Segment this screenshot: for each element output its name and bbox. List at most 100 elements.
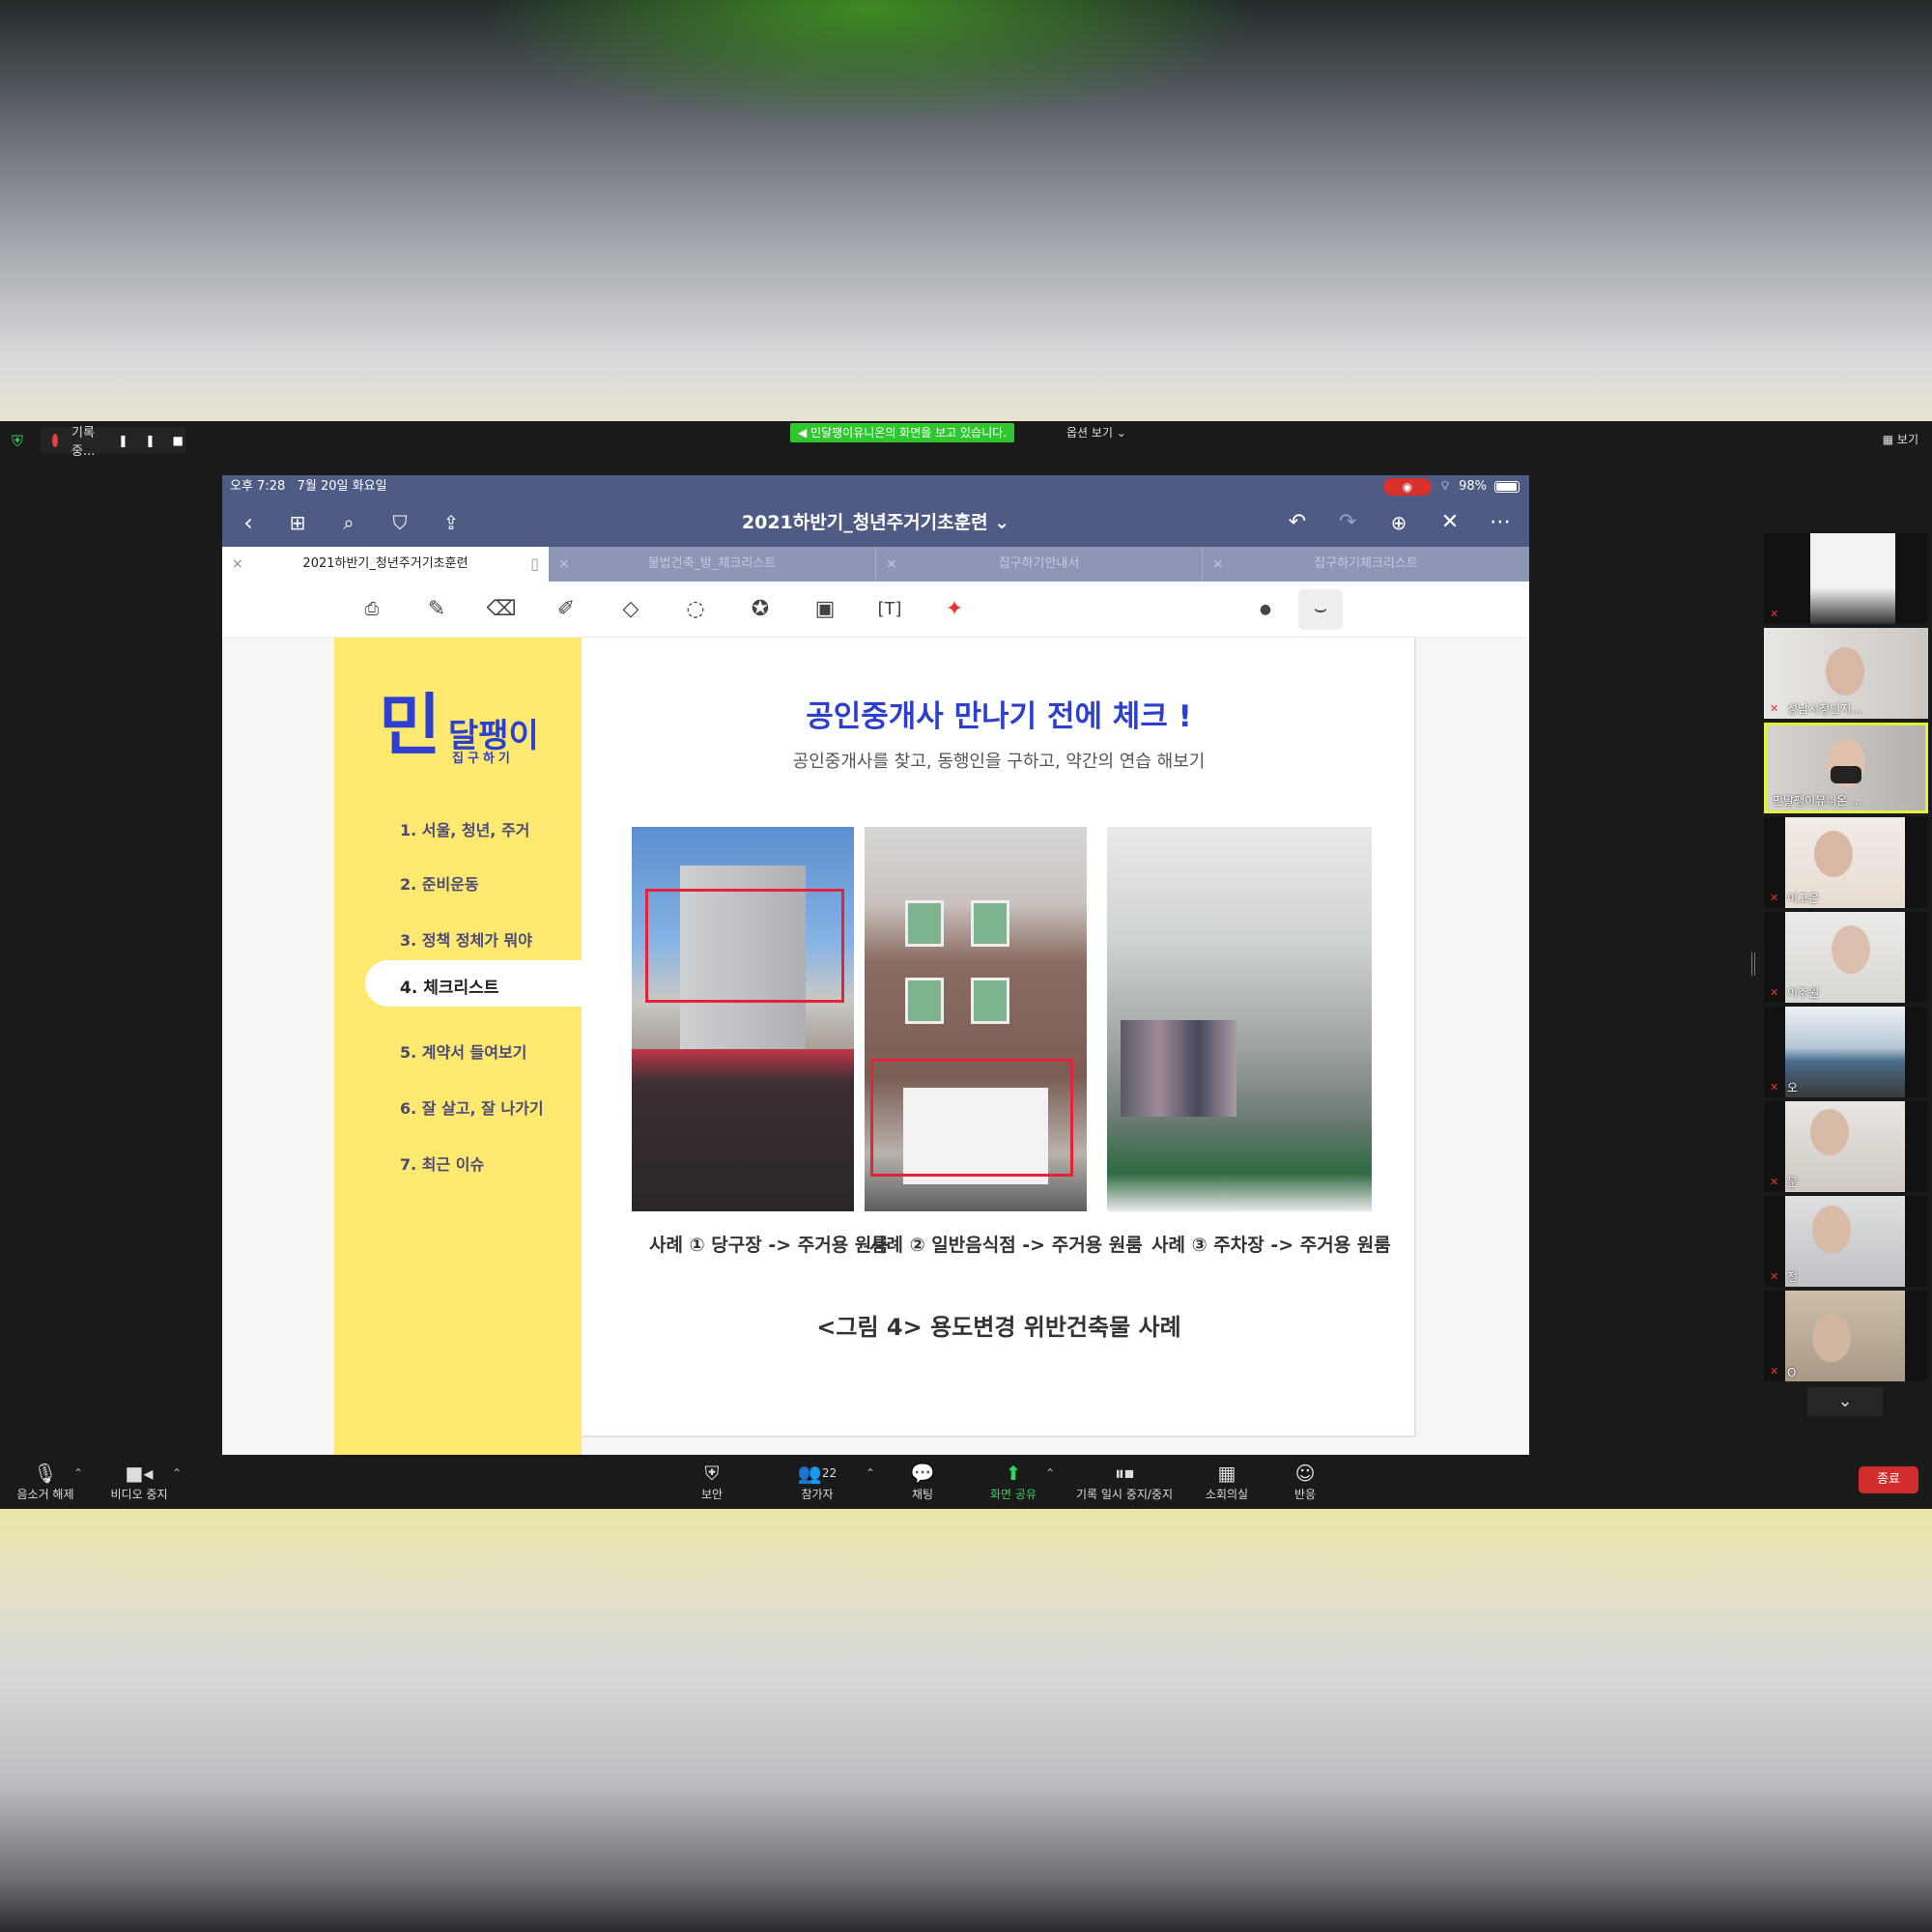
- chat-bubble-icon: 💬: [910, 1462, 935, 1485]
- end-meeting-button[interactable]: 종료: [1859, 1466, 1918, 1493]
- menu-item: 2. 준비운동: [400, 875, 479, 894]
- grid-view-icon[interactable]: ⊞: [283, 508, 312, 537]
- lasso-icon[interactable]: ◌: [679, 595, 712, 624]
- caption-case-1: 사례 ① 당구장 -> 주거용 원룸: [649, 1235, 889, 1256]
- document-tabs: × 2021하반기_청년주거기초훈련 ▯ × 불법건축_방_체크리스트 × 집구…: [222, 547, 1529, 582]
- participant-name: O: [1787, 1366, 1797, 1379]
- stop-video-label: 비디오 중지: [110, 1488, 168, 1501]
- participant-tile[interactable]: ✕ 전: [1764, 1196, 1928, 1287]
- read-mode-icon[interactable]: ⎙: [355, 595, 388, 624]
- share-screen-icon: ⬆: [1005, 1462, 1022, 1485]
- street-level-shape: [632, 1049, 854, 1211]
- undo-icon[interactable]: ↶: [1283, 508, 1312, 537]
- search-icon[interactable]: ⌕: [334, 508, 363, 537]
- participants-caret-icon[interactable]: ⌃: [866, 1466, 875, 1480]
- participants-button[interactable]: 👥22 참가자: [788, 1461, 846, 1502]
- participant-tile[interactable]: ✕ O: [1764, 1291, 1928, 1381]
- pause-stop-recording-button[interactable]: ⏸⏹ 기록 일시 중지/중지: [1066, 1461, 1182, 1502]
- view-button[interactable]: ▦ 보기: [1883, 431, 1918, 447]
- tab-3[interactable]: × 집구하기체크리스트: [1202, 547, 1529, 582]
- reactions-button[interactable]: ☺ 반응: [1281, 1461, 1329, 1502]
- security-shield-icon[interactable]: ⛨: [12, 433, 27, 450]
- highlight-box: [645, 889, 844, 1003]
- stop-icon[interactable]: ■: [172, 434, 200, 447]
- tab-2[interactable]: × 집구하기안내서: [875, 547, 1202, 582]
- split-view-icon[interactable]: ▯: [530, 547, 539, 582]
- pen-size-dot-icon[interactable]: ●: [1249, 595, 1282, 624]
- battery-icon: [1494, 481, 1520, 493]
- tab-0[interactable]: × 2021하반기_청년주거기초훈련 ▯: [222, 547, 549, 582]
- muted-mic-icon: ✕: [1770, 702, 1779, 715]
- menu-item-active: 4. 체크리스트: [400, 979, 499, 998]
- participant-name: 성남시청년지...: [1787, 702, 1862, 716]
- tab-label: 불법건축_방_체크리스트: [647, 556, 777, 571]
- participant-tile[interactable]: ✕ 성남시청년지...: [1764, 628, 1928, 719]
- tab-label: 2021하반기_청년주거기초훈련: [302, 556, 469, 571]
- eraser-icon[interactable]: ⌫: [485, 595, 518, 624]
- muted-mic-icon: ✕: [1770, 608, 1779, 620]
- video-options-caret-icon[interactable]: ⌃: [172, 1466, 182, 1480]
- window-shape: [971, 978, 1009, 1024]
- min-dalpaengi-logo: 민 달팽이 집구하기: [379, 692, 539, 766]
- screen-record-icon: ◉: [1382, 478, 1432, 496]
- muted-mic-icon: ✕: [1770, 986, 1779, 999]
- participant-tile[interactable]: ✕ 이주원: [1764, 912, 1928, 1003]
- shield-icon: ⛨: [704, 1462, 720, 1485]
- gallery-scroll-down-icon[interactable]: ⌄: [1807, 1387, 1883, 1416]
- video-camera-icon: ■◂: [125, 1462, 154, 1485]
- view-options-button[interactable]: 옵션 보기 ⌄: [1066, 423, 1126, 442]
- face-shape: [1832, 925, 1870, 974]
- back-chevron-icon[interactable]: ‹: [234, 508, 263, 537]
- highlighter-icon[interactable]: ✐: [550, 595, 582, 624]
- close-icon[interactable]: ✕: [1435, 508, 1464, 537]
- participant-tile[interactable]: ✕ 문: [1764, 1101, 1928, 1192]
- more-icon[interactable]: ⋯: [1486, 508, 1515, 537]
- pause-stop-label: 기록 일시 중지/중지: [1076, 1488, 1173, 1501]
- window-shape: [905, 900, 944, 947]
- unmute-button[interactable]: 🎙 음소거 해제: [12, 1461, 79, 1502]
- video-feed: [1810, 533, 1895, 624]
- muted-mic-icon: ✕: [1770, 1176, 1779, 1188]
- participant-tile-active-speaker[interactable]: 민달팽이유니온 ...: [1764, 723, 1928, 813]
- shapes-icon[interactable]: ◇: [614, 595, 647, 624]
- participant-name: 민달팽이유니온 ...: [1773, 794, 1862, 808]
- stop-video-button[interactable]: ■◂ 비디오 중지: [100, 1461, 178, 1502]
- chat-label: 채팅: [911, 1488, 934, 1501]
- redo-icon[interactable]: ↷: [1333, 508, 1362, 537]
- breakout-grid-icon: ▦: [1217, 1462, 1236, 1485]
- muted-mic-icon: ✕: [1770, 1270, 1779, 1283]
- audio-options-caret-icon[interactable]: ⌃: [73, 1466, 83, 1480]
- unmute-label: 음소거 해제: [16, 1488, 74, 1501]
- participant-name: 이주원: [1787, 986, 1820, 1000]
- slide-subtitle: 공인중개사를 찾고, 동행인을 구하고, 약간의 연습 해보기: [792, 752, 1206, 772]
- add-page-icon[interactable]: ⊕: [1384, 508, 1413, 537]
- share-icon[interactable]: ⇪: [437, 508, 466, 537]
- text-box-icon[interactable]: [T]: [873, 595, 906, 624]
- bookmark-icon[interactable]: ⛉: [385, 508, 414, 537]
- share-screen-button[interactable]: ⬆ 화면 공유: [980, 1461, 1047, 1502]
- security-button[interactable]: ⛨ 보안: [688, 1461, 736, 1502]
- stroke-style-icon[interactable]: ⌣: [1298, 589, 1343, 630]
- pause-icon[interactable]: ❚❚: [118, 434, 172, 447]
- breakout-rooms-button[interactable]: ▦ 소회의실: [1198, 1461, 1256, 1502]
- laser-pointer-icon[interactable]: ✦: [938, 595, 971, 624]
- share-options-caret-icon[interactable]: ⌃: [1045, 1466, 1055, 1480]
- reactions-label: 반응: [1293, 1488, 1317, 1501]
- participant-tile[interactable]: ✕ 오: [1764, 1007, 1928, 1097]
- pen-icon[interactable]: ✎: [420, 595, 453, 624]
- muted-mic-icon: ✕: [1770, 1365, 1779, 1378]
- slide-title: 공인중개사 만나기 전에 체크 !: [806, 699, 1192, 734]
- sticker-icon[interactable]: ✪: [744, 595, 777, 624]
- tab-1[interactable]: × 불법건축_방_체크리스트: [549, 547, 875, 582]
- image-icon[interactable]: ▣: [809, 595, 841, 624]
- recording-controls[interactable]: ❚❚■: [118, 434, 200, 447]
- gallery-resize-handle[interactable]: [1751, 952, 1755, 976]
- viewing-banner-text: 민달팽이유니온의 화면을 보고 있습니다.: [810, 426, 1007, 440]
- share-screen-label: 화면 공유: [990, 1488, 1037, 1501]
- chat-button[interactable]: 💬 채팅: [898, 1461, 947, 1502]
- participant-tile[interactable]: ✕ 이고은: [1764, 817, 1928, 908]
- face-shape: [1826, 647, 1864, 696]
- participant-tile[interactable]: ✕: [1764, 533, 1928, 624]
- security-label: 보안: [700, 1488, 724, 1501]
- window-shape: [905, 978, 944, 1024]
